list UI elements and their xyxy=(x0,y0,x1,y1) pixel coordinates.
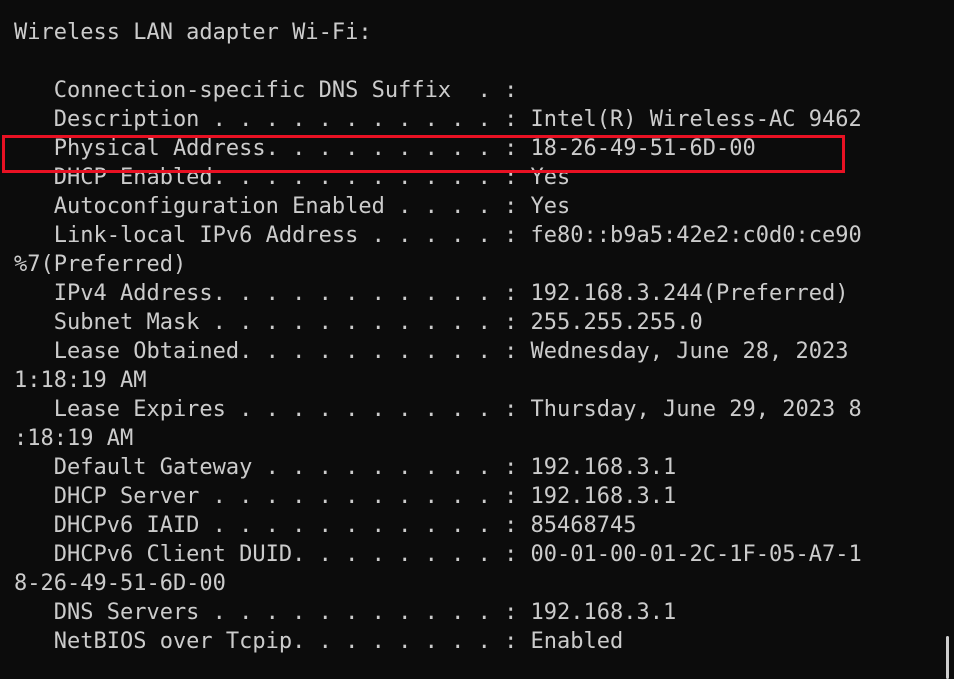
console-line: %7(Preferred) xyxy=(14,252,187,277)
console-line: :18:19 AM xyxy=(14,426,134,451)
console-line: 1:18:19 AM xyxy=(14,368,147,393)
terminal-window[interactable]: Wireless LAN adapter Wi-Fi: Connection-s… xyxy=(0,0,954,679)
console-line: IPv4 Address. . . . . . . . . . . : 192.… xyxy=(14,281,849,306)
console-line: DHCP Enabled. . . . . . . . . . . : Yes xyxy=(14,165,571,190)
console-line: Wireless LAN adapter Wi-Fi: xyxy=(14,20,372,45)
scrollbar-thumb[interactable] xyxy=(946,636,949,679)
console-line: Description . . . . . . . . . . . : Inte… xyxy=(14,107,862,132)
console-line: Default Gateway . . . . . . . . . : 192.… xyxy=(14,455,677,480)
console-line: 8-26-49-51-6D-00 xyxy=(14,571,226,596)
console-line: Lease Obtained. . . . . . . . . . : Wedn… xyxy=(14,339,849,364)
console-line: Lease Expires . . . . . . . . . . : Thur… xyxy=(14,397,862,422)
console-line: NetBIOS over Tcpip. . . . . . . . : Enab… xyxy=(14,629,624,654)
console-line: DHCPv6 Client DUID. . . . . . . . : 00-0… xyxy=(14,542,862,567)
console-line: Subnet Mask . . . . . . . . . . . : 255.… xyxy=(14,310,703,335)
console-line: DHCP Server . . . . . . . . . . . : 192.… xyxy=(14,484,677,509)
console-line: Autoconfiguration Enabled . . . . : Yes xyxy=(14,194,571,219)
console-line: Link-local IPv6 Address . . . . . : fe80… xyxy=(14,223,862,248)
console-line: DHCPv6 IAID . . . . . . . . . . . : 8546… xyxy=(14,513,637,538)
console-line: Connection-specific DNS Suffix . : xyxy=(14,78,518,103)
console-output: Wireless LAN adapter Wi-Fi: Connection-s… xyxy=(14,18,862,656)
console-line-physical-address: Physical Address. . . . . . . . . : 18-2… xyxy=(14,136,756,161)
console-line: DNS Servers . . . . . . . . . . . : 192.… xyxy=(14,600,677,625)
